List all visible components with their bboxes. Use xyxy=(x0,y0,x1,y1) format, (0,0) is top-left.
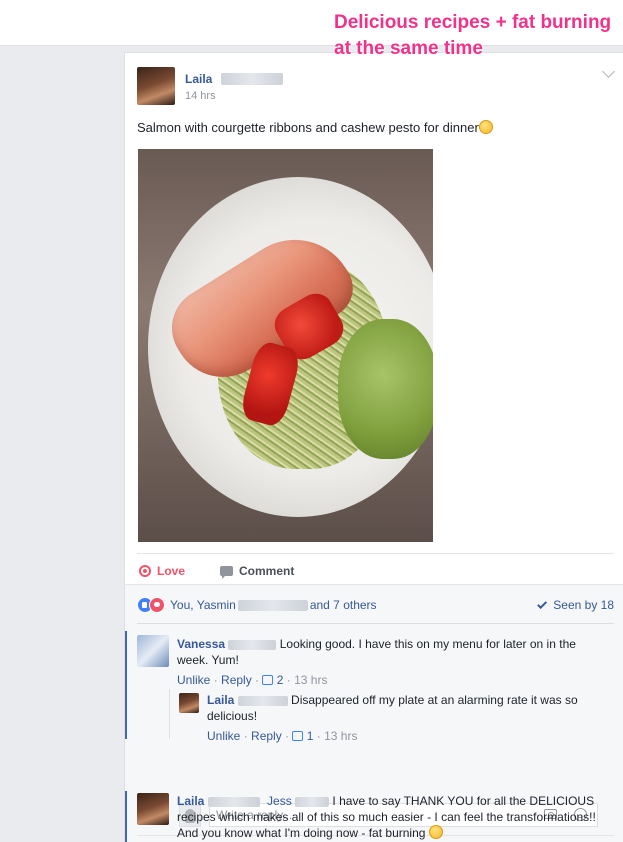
comment: Vanessa Looking good. I have this on my … xyxy=(177,636,587,688)
reactions-you: You, Yasmin xyxy=(170,598,236,612)
seen-label: Seen by 18 xyxy=(553,598,614,612)
chevron-down-icon[interactable] xyxy=(602,65,615,78)
commenter-surname-redacted xyxy=(237,695,288,706)
heart-icon xyxy=(139,565,151,577)
reply-comment: Laila Disappeared off my plate at an ala… xyxy=(207,692,602,744)
check-icon xyxy=(537,598,548,609)
comment-meta: Unlike · Reply · 1 · 13 hrs xyxy=(207,729,358,743)
post-card: Laila 14 hrs Salmon with courgette ribbo… xyxy=(124,52,623,842)
annotation-caption: Delicious recipes + fat burning at the s… xyxy=(334,12,612,59)
author-surname-redacted xyxy=(220,72,283,85)
divider xyxy=(137,553,614,554)
reply-link[interactable]: Reply xyxy=(251,729,282,743)
commenter-name[interactable]: Laila xyxy=(207,693,234,707)
unlike-link[interactable]: Unlike xyxy=(207,729,240,743)
seen-by[interactable]: Seen by 18 xyxy=(537,598,614,612)
reactions-summary[interactable]: You, Yasmin and 7 others xyxy=(137,597,377,613)
active-thread-bar xyxy=(125,791,127,842)
comment-icon xyxy=(220,566,233,579)
post-photo[interactable] xyxy=(138,149,433,542)
post-text: Salmon with courgette ribbons and cashew… xyxy=(137,120,493,135)
reply-link[interactable]: Reply xyxy=(221,673,252,687)
love-label: Love xyxy=(157,564,186,578)
comment-time[interactable]: 13 hrs xyxy=(324,729,357,743)
divider xyxy=(137,623,614,624)
comment-button[interactable]: Comment xyxy=(220,564,295,579)
author-name[interactable]: Laila xyxy=(185,72,212,86)
left-gutter xyxy=(0,46,124,842)
commenter-surname-redacted xyxy=(207,796,260,807)
reactions-others[interactable]: and 7 others xyxy=(310,598,377,612)
commenter-name[interactable]: Laila xyxy=(177,794,204,808)
thumb-icon xyxy=(292,731,304,741)
emoji-icon xyxy=(428,825,443,839)
thumb-icon xyxy=(262,675,274,685)
mention-surname-redacted xyxy=(295,796,330,807)
post-header: Laila xyxy=(185,70,283,88)
commenter-surname-redacted xyxy=(228,639,277,650)
comment-time[interactable]: 13 hrs xyxy=(294,673,327,687)
commenter-avatar[interactable] xyxy=(137,635,169,667)
commenter-name[interactable]: Vanessa xyxy=(177,637,225,651)
emoji-icon xyxy=(478,120,493,134)
love-button[interactable]: Love xyxy=(139,564,185,578)
unlike-link[interactable]: Unlike xyxy=(177,673,210,687)
comment: Laila Jess I have to say THANK YOU for a… xyxy=(177,793,602,841)
comment-label: Comment xyxy=(239,564,295,578)
author-avatar[interactable] xyxy=(137,67,175,105)
mention-link[interactable]: Jess xyxy=(267,794,292,808)
reply-avatar[interactable] xyxy=(179,693,199,713)
reactor-surname-redacted xyxy=(237,599,308,611)
comment-likes[interactable]: 2 xyxy=(277,673,284,687)
pesto-shape xyxy=(338,319,433,459)
reply-thread-bar xyxy=(169,689,170,739)
love-reaction-icon xyxy=(149,597,165,613)
comment-likes[interactable]: 1 xyxy=(307,729,314,743)
comment-meta: Unlike · Reply · 2 · 13 hrs xyxy=(177,673,328,687)
post-timestamp[interactable]: 14 hrs xyxy=(185,90,216,102)
commenter-avatar[interactable] xyxy=(137,793,169,825)
active-thread-bar xyxy=(125,631,127,739)
post-text-body: Salmon with courgette ribbons and cashew… xyxy=(137,120,479,135)
